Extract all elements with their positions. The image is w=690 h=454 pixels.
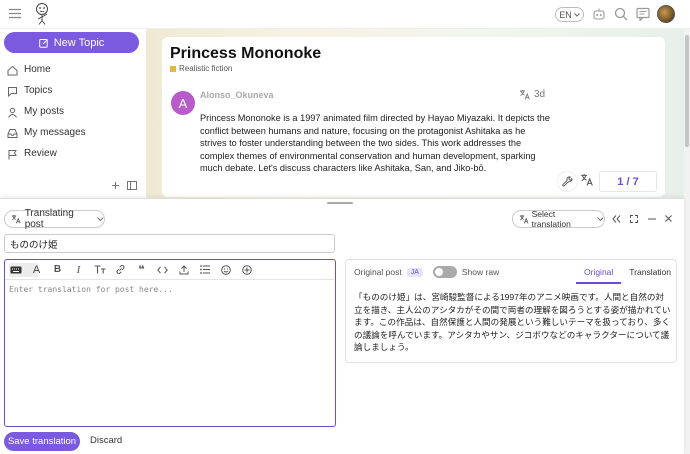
post-pager[interactable]: 1 / 7: [599, 171, 657, 192]
sidebar-item-label: Home: [24, 64, 51, 75]
post-author-avatar[interactable]: A: [171, 91, 195, 115]
preview-tabs: Original Translation: [576, 260, 679, 284]
rich-text-icon[interactable]: A: [26, 260, 47, 280]
translation-title-input[interactable]: もののけ姫: [4, 234, 335, 253]
select-translation-label: Select translation: [531, 209, 571, 229]
sidebar-item-my-messages[interactable]: My messages: [7, 125, 137, 141]
sidebar-item-label: Topics: [24, 85, 53, 96]
sidebar-item-my-posts[interactable]: My posts: [7, 104, 137, 120]
code-icon[interactable]: [152, 260, 173, 280]
site-header: EN: [0, 0, 690, 29]
avatar-letter: A: [178, 95, 188, 111]
plus-icon[interactable]: [111, 181, 120, 190]
search-icon[interactable]: [614, 7, 628, 21]
translation-editor[interactable]: A B I ❝ Enter translation for post here.…: [4, 259, 336, 427]
sidebar-item-label: Review: [24, 148, 57, 159]
sidebar-item-topics[interactable]: Topics: [7, 83, 137, 99]
composer-resize-grip[interactable]: [327, 202, 353, 204]
sidebar: New Topic Home Topics My posts My messag…: [0, 29, 146, 199]
new-topic-button[interactable]: New Topic: [4, 32, 139, 53]
flag-icon: [8, 149, 17, 159]
chevron-down-icon: [97, 216, 104, 221]
close-icon[interactable]: [665, 215, 672, 222]
user-avatar[interactable]: [657, 5, 675, 23]
quote-icon[interactable]: ❝: [131, 260, 152, 280]
new-topic-label: New Topic: [53, 36, 105, 49]
sidebar-item-home[interactable]: Home: [7, 62, 137, 78]
translation-textarea-placeholder[interactable]: Enter translation for post here...: [9, 285, 173, 294]
chat-icon[interactable]: [636, 7, 650, 21]
composer-mode-label: Translating post: [24, 208, 74, 230]
home-icon: [7, 65, 18, 75]
sidebar-item-label: My posts: [24, 106, 65, 117]
topics-icon: [8, 86, 17, 97]
page-scrollbar[interactable]: [684, 29, 690, 454]
translate-icon[interactable]: [519, 89, 530, 100]
post-meta: 3d: [519, 89, 545, 100]
link-icon[interactable]: [110, 260, 131, 280]
save-translation-button[interactable]: Save translation: [4, 432, 80, 451]
original-post-text: 「もののけ姫」は、宮崎駿監督による1997年のアニメ映画です。人間と自然の対立を…: [354, 292, 671, 352]
select-translation-dropdown[interactable]: Select translation: [512, 209, 605, 229]
translate-icon[interactable]: [580, 173, 593, 186]
tab-original[interactable]: Original: [576, 260, 622, 284]
language-badge: JA: [406, 267, 423, 277]
upload-icon[interactable]: [173, 260, 194, 280]
tab-translation[interactable]: Translation: [621, 260, 679, 284]
sidebar-footer: [111, 181, 137, 190]
translate-icon: [11, 215, 21, 224]
minimize-icon[interactable]: [648, 218, 656, 220]
translate-icon: [519, 215, 529, 224]
show-raw-toggle[interactable]: [432, 266, 457, 278]
post-date[interactable]: 3d: [534, 89, 545, 100]
robot-icon[interactable]: [592, 7, 606, 21]
original-post-preview: Original post JA Show raw Original Trans…: [345, 259, 677, 363]
menu-icon[interactable]: [9, 8, 21, 19]
chevron-down-icon: [597, 216, 604, 221]
site-logo[interactable]: [34, 2, 52, 26]
toggle-knob: [434, 268, 443, 276]
scrollbar-thumb[interactable]: [685, 35, 689, 147]
language-label: EN: [559, 9, 572, 20]
add-circle-icon[interactable]: [236, 260, 257, 280]
category-badge[interactable]: Realistic fiction: [170, 64, 232, 73]
keyboard-icon[interactable]: [5, 260, 26, 280]
sidebar-item-review[interactable]: Review: [7, 146, 137, 162]
language-switcher[interactable]: EN: [555, 7, 584, 22]
sidebar-toggle-icon[interactable]: [127, 181, 137, 190]
admin-wrench-button[interactable]: [557, 171, 578, 192]
composer-mode-select[interactable]: Translating post: [4, 208, 105, 230]
wrench-icon: [562, 176, 573, 187]
discard-button[interactable]: Discard: [90, 435, 122, 446]
composer-panel: Translating post Select translation もののけ…: [0, 198, 684, 454]
inbox-icon: [7, 128, 18, 138]
category-color-swatch: [170, 65, 176, 72]
collapse-icon[interactable]: [612, 215, 621, 223]
emoji-icon[interactable]: [215, 260, 236, 280]
edit-icon: [38, 38, 48, 48]
topic-title[interactable]: Princess Mononoke: [170, 45, 321, 63]
show-raw-label: Show raw: [461, 267, 500, 277]
user-icon: [8, 107, 17, 118]
post-body: Princess Mononoke is a 1997 animated fil…: [200, 113, 550, 174]
preview-header: Original post JA Show raw Original Trans…: [346, 260, 676, 284]
chevron-down-icon: [573, 12, 580, 17]
italic-icon[interactable]: I: [68, 260, 89, 280]
sidebar-item-label: My messages: [24, 127, 86, 138]
post-author-name[interactable]: Alonso_Okuneva: [200, 90, 274, 100]
bold-icon[interactable]: B: [47, 260, 68, 280]
preview-label: Original post: [354, 267, 402, 277]
bullet-list-icon[interactable]: [194, 260, 215, 280]
category-label: Realistic fiction: [179, 64, 233, 73]
editor-toolbar: A B I ❝: [5, 260, 334, 280]
fullscreen-icon[interactable]: [630, 215, 638, 223]
heading-icon[interactable]: [89, 260, 110, 280]
